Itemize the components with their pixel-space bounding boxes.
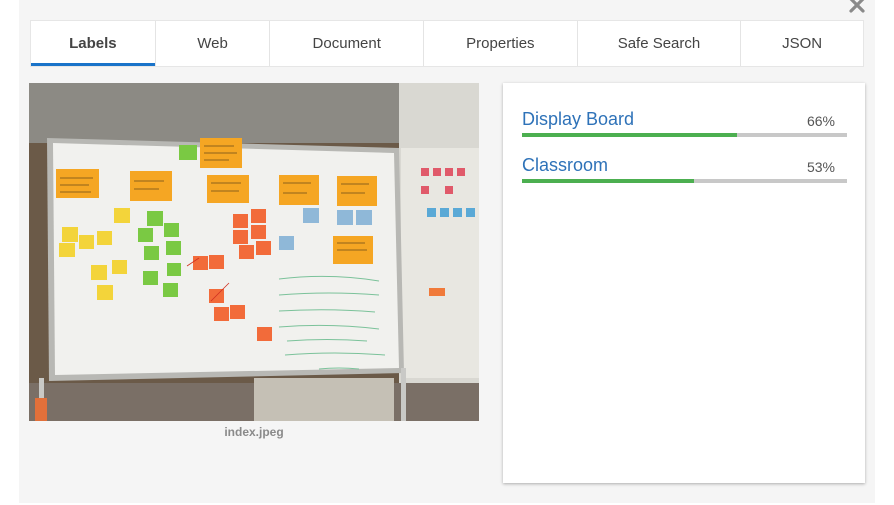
score-bar-track [522, 179, 847, 183]
tab-web[interactable]: Web [156, 21, 271, 66]
tab-labels-label: Labels [69, 35, 117, 52]
tab-web-label: Web [197, 35, 228, 52]
analyzed-image [29, 83, 479, 421]
image-filename: index.jpeg [224, 425, 284, 439]
tab-json-label: JSON [782, 35, 823, 52]
score-bar-track [522, 133, 847, 137]
close-icon[interactable] [848, 0, 866, 14]
tab-document[interactable]: Document [270, 21, 425, 66]
score-bar-fill [522, 133, 737, 137]
tab-safe-search-label: Safe Search [617, 35, 701, 52]
label-score: 66% [806, 113, 835, 129]
whiteboard-photo [29, 83, 479, 421]
tab-document-label: Document [312, 35, 381, 52]
label-score: 53% [806, 159, 835, 175]
tab-properties-label: Properties [466, 35, 535, 52]
tab-json[interactable]: JSON [741, 21, 863, 66]
score-bar-fill [522, 179, 695, 183]
tab-bar: Labels Web Document Properties Safe Sear… [30, 20, 864, 67]
tab-safe-search[interactable]: Safe Search [578, 21, 742, 66]
tab-properties[interactable]: Properties [424, 21, 578, 66]
label-name: Display Board [522, 109, 635, 129]
labels-results-card: Display Board 66% Classroom 53% [503, 83, 865, 483]
tab-labels[interactable]: Labels [31, 21, 156, 66]
label-name: Classroom [522, 155, 609, 175]
